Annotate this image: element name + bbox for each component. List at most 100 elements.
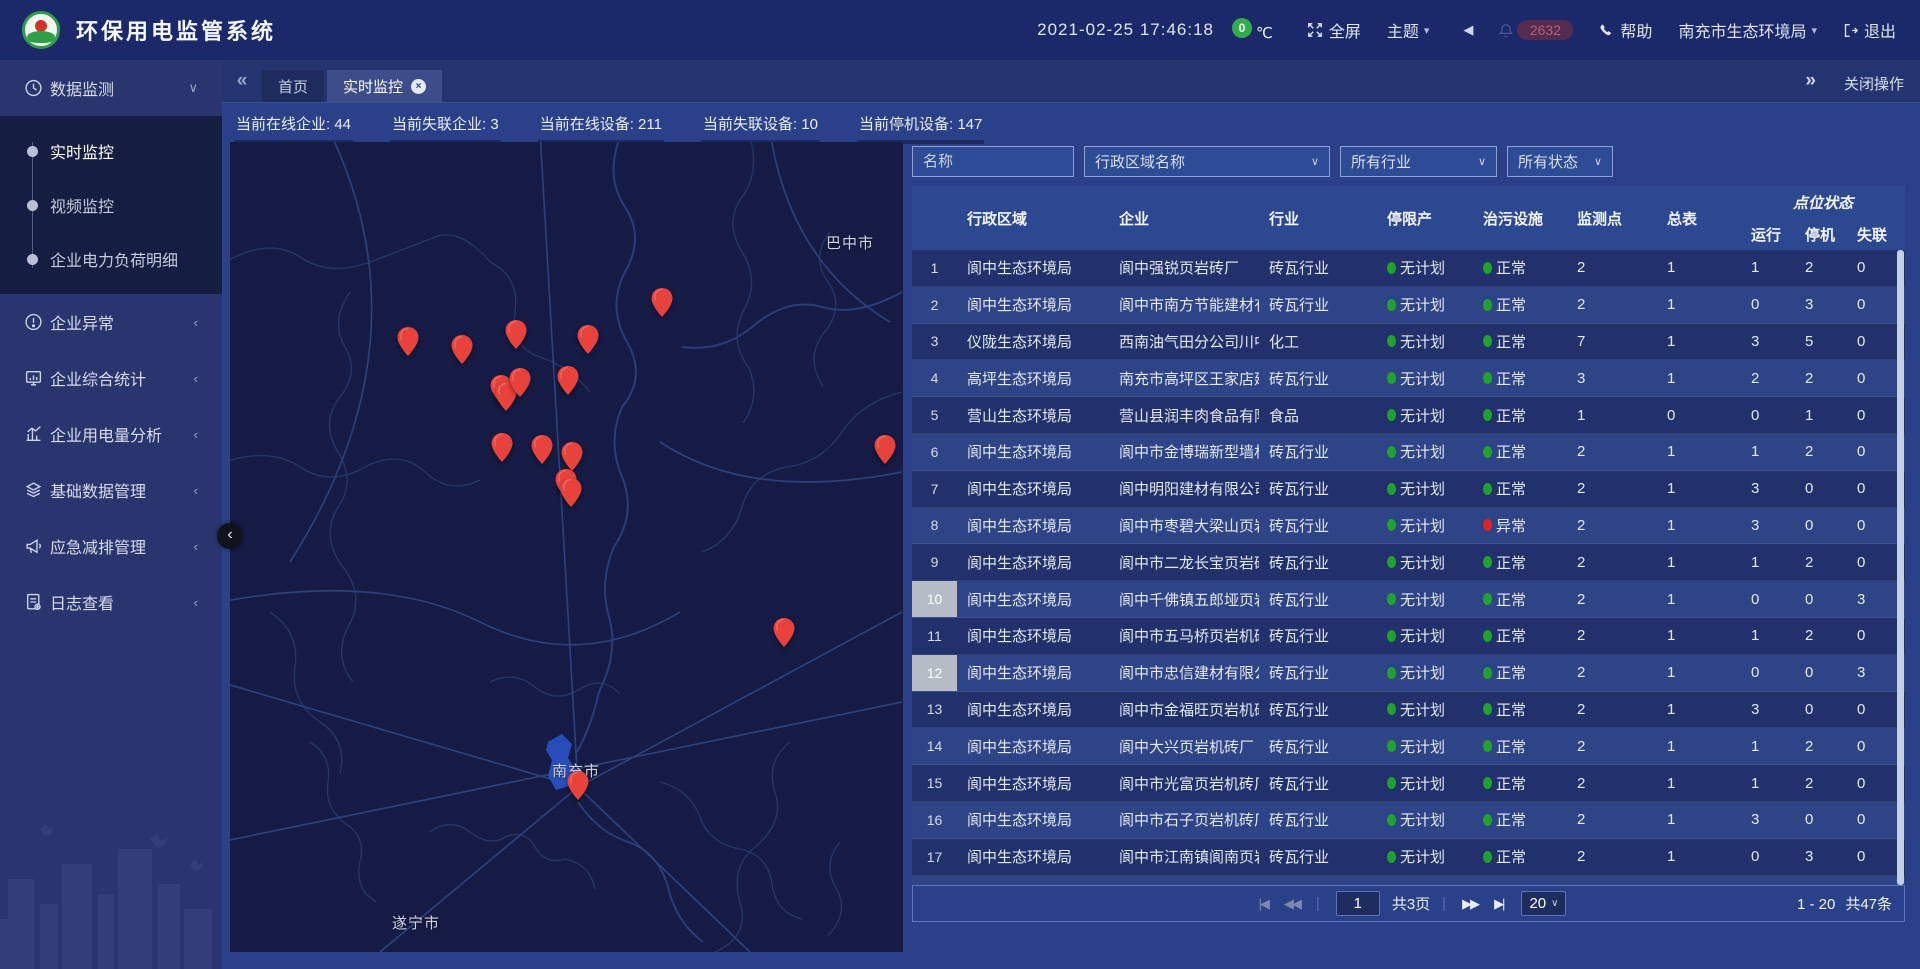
table-row[interactable]: 17阆中生态环境局阆中市江南镇阆南页岩砖瓦行业无计划正常21030 (912, 839, 1905, 876)
caret-down-icon: ▾ (1811, 24, 1817, 37)
close-tab-icon[interactable]: × (411, 79, 426, 94)
map-pin-icon[interactable] (505, 320, 527, 350)
chevron-left-icon: ‹ (194, 427, 198, 442)
cell-monitor-points: 2 (1567, 765, 1657, 801)
table-row[interactable]: 3仪陇生态环境局西南油气田分公司川中化工无计划正常71350 (912, 324, 1905, 361)
map-pin-icon[interactable] (557, 366, 579, 396)
tab-realtime-monitor[interactable]: 实时监控 × (327, 70, 442, 102)
table-scrollbar[interactable] (1897, 250, 1904, 885)
cell-limit-status-label: 无计划 (1400, 846, 1445, 867)
cell-stopped: 5 (1795, 324, 1847, 360)
tab-home[interactable]: 首页 (262, 70, 324, 102)
cell-limit-status: 无计划 (1377, 802, 1473, 838)
map-pin-icon[interactable] (577, 325, 599, 355)
org-dropdown[interactable]: 南充市生态环境局 ▾ (1678, 18, 1817, 42)
cell-company: 阆中市石子页岩机砖厂 (1109, 802, 1259, 838)
table-row[interactable]: 15阆中生态环境局阆中市光富页岩机砖厂砖瓦行业无计划正常21120 (912, 765, 1905, 802)
cell-monitor-points: 2 (1567, 655, 1657, 691)
fullscreen-button[interactable]: 全屏 (1307, 18, 1361, 42)
map-pin-icon[interactable] (651, 288, 673, 318)
cell-facility-status-label: 正常 (1496, 809, 1526, 830)
submenu-item-1[interactable]: 视频监控 (0, 178, 222, 232)
map-pin-icon[interactable] (773, 618, 795, 648)
table-row[interactable]: 13阆中生态环境局阆中市金福旺页岩机砖砖瓦行业无计划正常21300 (912, 692, 1905, 729)
submenu-item-2[interactable]: 企业电力负荷明细 (0, 232, 222, 286)
page-size-select[interactable]: 20 ∨ (1521, 891, 1566, 916)
table-row[interactable]: 4高坪生态环境局南充市高坪区王家店建砖瓦行业无计划正常31220 (912, 360, 1905, 397)
map-pin-icon[interactable] (491, 433, 513, 463)
tabs-scroll-right-icon[interactable]: » (1805, 70, 1816, 102)
cell-region: 仪陇生态环境局 (957, 324, 1109, 360)
column-header-running: 运行 (1741, 218, 1795, 250)
cell-industry: 砖瓦行业 (1259, 471, 1377, 507)
sidebar-item-4[interactable]: 基础数据管理‹ (0, 462, 222, 518)
table-row[interactable]: 10阆中生态环境局阆中千佛镇五郎垭页岩砖瓦行业无计划正常21003 (912, 581, 1905, 618)
cell-facility-status-label: 正常 (1496, 478, 1526, 499)
table-body: 1阆中生态环境局阆中强锐页岩砖厂砖瓦行业无计划正常211202阆中生态环境局阆中… (912, 250, 1905, 885)
cell-monitor-points: 2 (1567, 544, 1657, 580)
map-pin-icon[interactable] (509, 368, 531, 398)
table-row[interactable]: 8阆中生态环境局阆中市枣碧大梁山页岩砖瓦行业无计划异常21300 (912, 508, 1905, 545)
cell-limit-status: 无计划 (1377, 397, 1473, 433)
sidebar-item-0[interactable]: 数据监测∨ (0, 60, 222, 116)
map-pin-icon[interactable] (560, 478, 582, 508)
table-row[interactable]: 11阆中生态环境局阆中市五马桥页岩机砖砖瓦行业无计划正常21120 (912, 618, 1905, 655)
industry-select[interactable]: 所有行业 ∨ (1340, 146, 1497, 177)
submenu-item-0[interactable]: 实时监控 (0, 124, 222, 178)
cell-region: 阆中生态环境局 (957, 508, 1109, 544)
first-page-button[interactable]: |◀ (1259, 896, 1268, 912)
map-pin-icon[interactable] (561, 442, 583, 472)
page-number-input[interactable]: 1 (1336, 891, 1380, 916)
table-row[interactable]: 12阆中生态环境局阆中市忠信建材有限公砖瓦行业无计划正常21003 (912, 655, 1905, 692)
logout-button[interactable]: 退出 (1843, 18, 1896, 42)
row-index: 16 (912, 802, 957, 838)
name-search-input[interactable] (912, 146, 1074, 177)
table-row[interactable]: 6阆中生态环境局阆中市金博瑞新型墙材砖瓦行业无计划正常21120 (912, 434, 1905, 471)
status-select[interactable]: 所有状态 ∨ (1507, 146, 1613, 177)
map-pin-icon[interactable] (531, 435, 553, 465)
sidebar-collapse-toggle[interactable]: ‹ (217, 523, 243, 549)
cell-industry: 砖瓦行业 (1259, 839, 1377, 875)
volume-mute-icon[interactable]: ◀ (1463, 22, 1473, 38)
cell-company: 阆中千佛镇五郎垭页岩 (1109, 581, 1259, 617)
map-pin-icon[interactable] (451, 335, 473, 365)
sidebar-item-6[interactable]: 日志查看‹ (0, 574, 222, 630)
notifications-button[interactable]: 2632 (1499, 20, 1573, 40)
cell-running: 3 (1741, 508, 1795, 544)
map-panel[interactable]: 巴中市南充市遂宁市 (230, 142, 903, 952)
row-index: 2 (912, 287, 957, 323)
sidebar-item-2[interactable]: 企业综合统计‹ (0, 350, 222, 406)
cell-running: 1 (1741, 544, 1795, 580)
cell-industry: 食品 (1259, 397, 1377, 433)
map-pin-icon[interactable] (874, 435, 896, 465)
sidebar-item-1[interactable]: 企业异常‹ (0, 294, 222, 350)
map-pin-icon[interactable] (567, 771, 589, 801)
table-row[interactable]: 7阆中生态环境局阆中明阳建材有限公司砖瓦行业无计划正常21300 (912, 471, 1905, 508)
pager-divider: | (1442, 895, 1446, 912)
prev-page-button[interactable]: ◀◀ (1284, 896, 1300, 912)
table-row[interactable]: 1阆中生态环境局阆中强锐页岩砖厂砖瓦行业无计划正常21120 (912, 250, 1905, 287)
table-row[interactable]: 14阆中生态环境局阆中大兴页岩机砖厂砖瓦行业无计划正常21120 (912, 728, 1905, 765)
chevron-left-icon: ‹ (194, 483, 198, 498)
table-row[interactable]: 16阆中生态环境局阆中市石子页岩机砖厂砖瓦行业无计划正常21300 (912, 802, 1905, 839)
sidebar-item-5[interactable]: 应急减排管理‹ (0, 518, 222, 574)
table-row[interactable]: 9阆中生态环境局阆中市二龙长宝页岩砖砖瓦行业无计划正常21120 (912, 544, 1905, 581)
table-row[interactable]: 2阆中生态环境局阆中市南方节能建材有砖瓦行业无计划正常21030 (912, 287, 1905, 324)
sidebar-item-3[interactable]: 企业用电量分析‹ (0, 406, 222, 462)
table-row[interactable]: 18南部生态环境局南部县砖华山河有限公建材加工无计划正常60060 (912, 876, 1905, 885)
app-logo (22, 11, 60, 49)
chevron-down-icon: ∨ (1301, 155, 1319, 168)
close-operations-button[interactable]: 关闭操作 (1844, 73, 1904, 94)
cell-industry: 砖瓦行业 (1259, 728, 1377, 764)
theme-dropdown[interactable]: 主题 ▾ (1387, 18, 1430, 42)
help-button[interactable]: 帮助 (1599, 18, 1652, 42)
map-pin-icon[interactable] (397, 327, 419, 357)
next-page-button[interactable]: ▶▶ (1462, 896, 1478, 912)
region-select[interactable]: 行政区域名称 ∨ (1084, 146, 1330, 177)
bullet-dot-icon (27, 200, 38, 211)
table-row[interactable]: 5营山生态环境局营山县润丰肉食品有限食品无计划正常10010 (912, 397, 1905, 434)
row-index: 14 (912, 728, 957, 764)
last-page-button[interactable]: ▶| (1494, 896, 1503, 912)
tabs-scroll-left-icon[interactable]: « (222, 70, 262, 102)
cell-running: 0 (1741, 839, 1795, 875)
